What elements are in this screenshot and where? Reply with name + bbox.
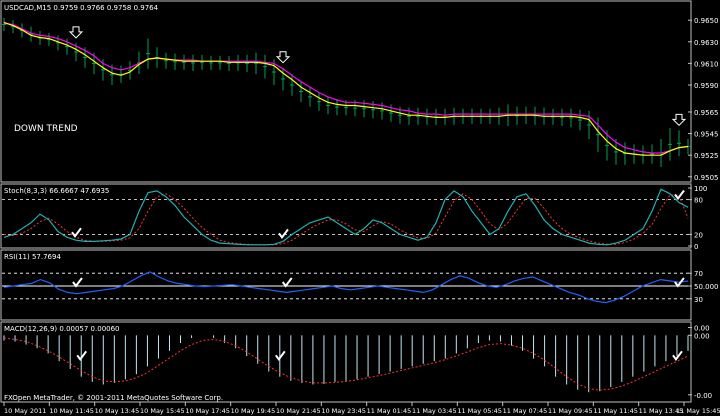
- time-tick-label: 11 May 01:45: [367, 407, 412, 415]
- stochastic-tick-label: 100: [694, 185, 707, 193]
- macd-tick-label: -0.00: [694, 392, 712, 400]
- time-tick-label: 10 May 21:45: [276, 407, 321, 415]
- rsi-title: RSI(11) 57.7694: [4, 253, 61, 261]
- stochastic-title: Stoch(8,3,3) 66.6667 47.6935: [4, 187, 109, 195]
- time-tick-label: 10 May 19:45: [231, 407, 276, 415]
- time-tick-label: 11 May 15:45: [676, 407, 720, 415]
- rsi-tick-label: 50.000: [694, 283, 719, 291]
- time-tick-label: 11 May 09:45: [548, 407, 593, 415]
- time-tick-label: 11 May 05:45: [457, 407, 502, 415]
- price-title: USDCAD,M15 0.9759 0.9766 0.9758 0.9764: [4, 4, 159, 12]
- time-tick-label: 11 May 03:45: [412, 407, 457, 415]
- price-tick-label: 0.9505: [694, 174, 719, 182]
- trading-chart: 0.9650 0.9630 0.9610 0.9590 0.9565 0.9545 0.95…: [0, 0, 720, 416]
- price-tick-label: 0.9525: [694, 152, 719, 160]
- stochastic-tick-label: 80: [694, 197, 703, 205]
- time-tick-label: 11 May 07:45: [503, 407, 548, 415]
- price-tick-label: 0.9610: [694, 60, 719, 68]
- trend-annotation: DOWN TREND: [14, 124, 78, 134]
- rsi-tick-label: 70: [694, 270, 703, 278]
- time-tick-label: 10 May 15:45: [140, 407, 185, 415]
- time-tick-label: 10 May 13:45: [95, 407, 140, 415]
- time-tick-label: 10 May 11:45: [49, 407, 94, 415]
- time-tick-label: 10 May 23:45: [321, 407, 366, 415]
- price-tick-label: 0.9630: [694, 39, 719, 47]
- price-tick-label: 0.9650: [694, 17, 719, 25]
- macd-title: MACD(12,26,9) 0.00057 0.00060: [4, 325, 120, 333]
- copyright-text: FXOpen MetaTrader, © 2001-2011 MetaQuote…: [4, 394, 223, 402]
- price-tick-label: 0.9545: [694, 131, 719, 139]
- rsi-tick-label: 30: [694, 296, 703, 304]
- time-tick-label: 11 May 11:45: [593, 407, 638, 415]
- time-tick-label: 10 May 17:45: [185, 407, 230, 415]
- stochastic-tick-label: 20: [694, 231, 703, 239]
- stochastic-tick-label: 0: [694, 243, 698, 251]
- price-tick-label: 0.9565: [694, 109, 719, 117]
- macd-tick-label: 0.00: [694, 332, 710, 340]
- price-tick-label: 0.9590: [694, 82, 719, 90]
- time-tick-label: 10 May 2011: [4, 407, 46, 415]
